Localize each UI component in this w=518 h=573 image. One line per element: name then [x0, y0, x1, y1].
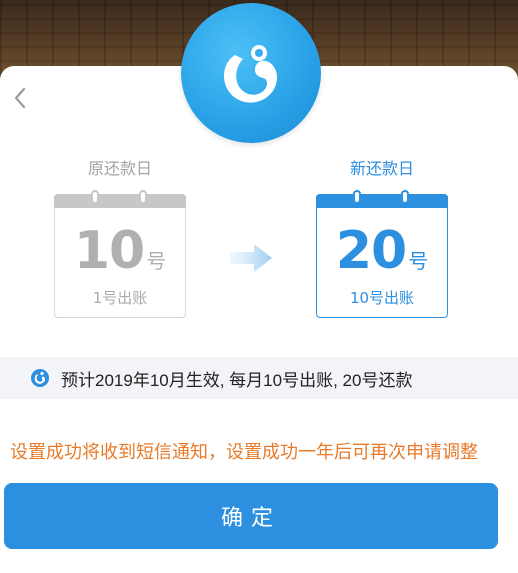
calendar-day-number: 20 — [335, 221, 407, 281]
effective-info-bar: 预计2019年10月生效, 每月10号出账, 20号还款 — [0, 357, 518, 399]
sms-notice-text: 设置成功将收到短信通知，设置成功一年后可再次申请调整 — [10, 442, 478, 463]
calendar-header-bar — [54, 194, 186, 208]
app-logo-small-icon — [30, 368, 50, 388]
app-logo-icon — [181, 3, 321, 143]
arrow-right-icon — [230, 244, 272, 272]
back-button[interactable] — [8, 84, 32, 112]
calendar-header-bar — [316, 194, 448, 208]
calendar-day: 10 号 — [55, 221, 185, 291]
calendar-ring — [91, 190, 99, 204]
calendar-ring — [139, 190, 147, 204]
calendar-billing-day: 1号出账 — [92, 289, 148, 307]
calendar-day-number: 10 — [73, 221, 145, 281]
chevron-left-icon — [14, 87, 26, 109]
calendar-ring — [401, 190, 409, 204]
calendar-ring — [353, 190, 361, 204]
confirm-button[interactable]: 确定 — [4, 483, 498, 549]
original-repayment-day-title: 原还款日 — [87, 159, 152, 178]
calendar-day: 20 号 — [317, 221, 447, 291]
calendar-day-unit: 号 — [146, 249, 167, 273]
original-day-calendar: 10 号 1号出账 — [54, 190, 186, 318]
calendar-day-unit: 号 — [408, 249, 429, 273]
calendar-billing-day: 10号出账 — [349, 289, 415, 307]
effective-info-text: 预计2019年10月生效, 每月10号出账, 20号还款 — [61, 370, 413, 390]
new-day-calendar: 20 号 10号出账 — [316, 190, 448, 318]
new-repayment-day-title: 新还款日 — [349, 159, 414, 178]
